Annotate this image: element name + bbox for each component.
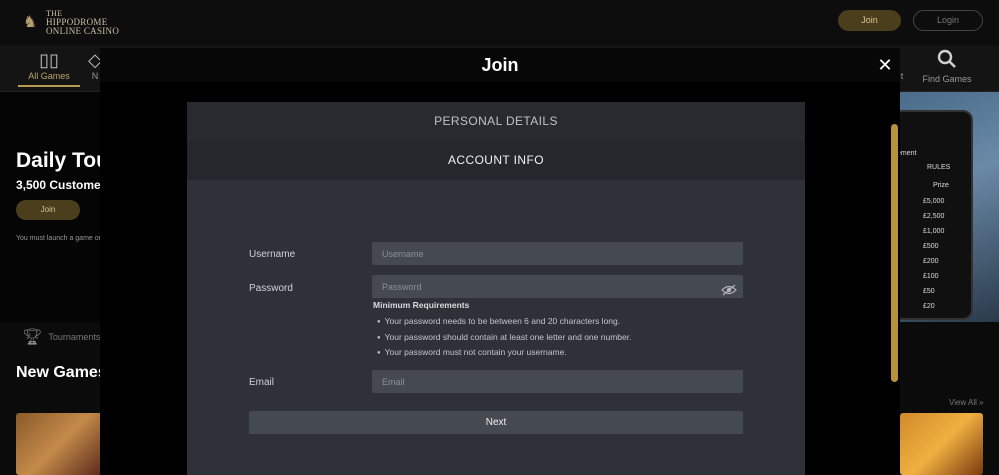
- search-icon: [918, 49, 976, 74]
- page: ♞ THE HIPPODROME ONLINE CASINO Join Logi…: [0, 0, 999, 475]
- password-input[interactable]: [372, 275, 743, 298]
- tournaments-link[interactable]: 🏆︎ Tournaments: [22, 327, 100, 347]
- requirements-title: Minimum Requirements: [373, 300, 470, 310]
- site-header: ♞ THE HIPPODROME ONLINE CASINO Join Logi…: [0, 0, 999, 45]
- requirement-item: Your password needs to be between 6 and …: [377, 314, 631, 330]
- logo[interactable]: ♞ THE HIPPODROME ONLINE CASINO: [20, 10, 119, 36]
- logo-text: THE HIPPODROME ONLINE CASINO: [46, 9, 120, 36]
- nav-find-games[interactable]: Find Games: [918, 49, 976, 84]
- game-thumbnail[interactable]: [16, 413, 102, 475]
- view-all-link[interactable]: View All »: [949, 398, 984, 407]
- hero-title: Daily Tou: [16, 149, 109, 172]
- requirement-item: Your password must not contain your user…: [377, 345, 631, 361]
- phone-illustration: ement RULES Prize £5,000 £2,500 £1,000 £…: [893, 110, 973, 320]
- trophy-icon: 🏆︎: [22, 329, 43, 346]
- join-form-panel: PERSONAL DETAILS ACCOUNT INFO Username P…: [187, 102, 805, 475]
- email-input[interactable]: [372, 370, 743, 393]
- horse-logo-icon: ♞: [22, 14, 38, 31]
- grid-icon: ▯▯: [39, 50, 59, 70]
- next-button[interactable]: Next: [249, 411, 743, 434]
- step-personal-details[interactable]: PERSONAL DETAILS: [187, 102, 805, 141]
- requirement-item: Your password should contain at least on…: [377, 330, 632, 346]
- header-join-button[interactable]: Join: [838, 10, 901, 31]
- requirements-list: Your password needs to be between 6 and …: [377, 314, 632, 361]
- modal-title: Join: [100, 48, 900, 82]
- new-games-heading: New Games: [16, 364, 107, 381]
- modal-scrollbar[interactable]: [891, 124, 898, 382]
- hero-subtitle: 3,500 Custome: [16, 178, 101, 192]
- close-icon[interactable]: ✕: [876, 56, 894, 74]
- username-label: Username: [249, 249, 296, 260]
- header-login-button[interactable]: Login: [913, 10, 983, 31]
- hero-note: You must launch a game on: [16, 235, 103, 242]
- eye-slash-icon[interactable]: [721, 283, 737, 296]
- password-label: Password: [249, 283, 293, 294]
- step-account-info[interactable]: ACCOUNT INFO: [187, 141, 805, 180]
- game-thumbnail[interactable]: [900, 413, 983, 475]
- hero-join-button[interactable]: Join: [16, 200, 80, 220]
- nav-all-games[interactable]: ▯▯ All Games: [18, 49, 80, 87]
- username-input[interactable]: [372, 242, 743, 265]
- email-label: Email: [249, 377, 275, 388]
